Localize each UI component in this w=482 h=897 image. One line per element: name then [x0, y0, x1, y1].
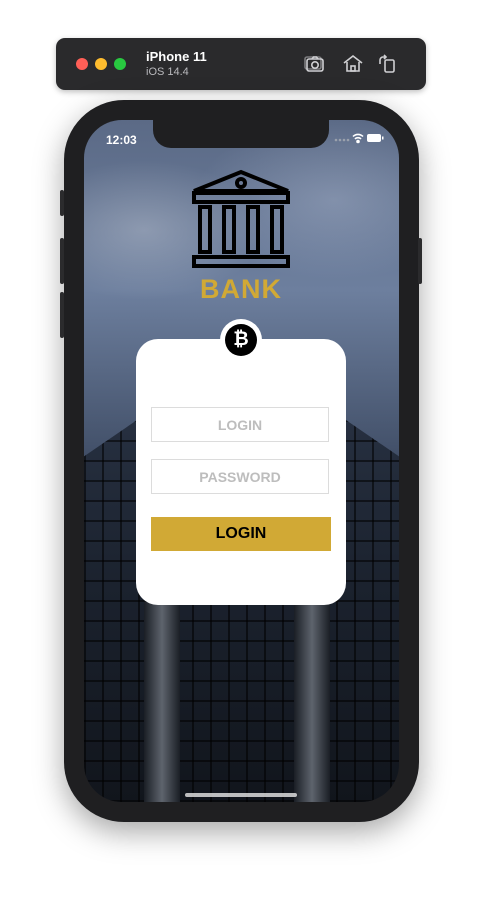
- bitcoin-icon: ₿: [225, 324, 257, 356]
- wifi-icon: [352, 133, 364, 144]
- password-input[interactable]: [151, 459, 329, 494]
- login-input[interactable]: [151, 407, 329, 442]
- zoom-window-button[interactable]: [114, 58, 126, 70]
- battery-icon: [367, 134, 384, 142]
- rotate-icon[interactable]: [376, 52, 400, 76]
- power-button: [418, 238, 422, 284]
- close-window-button[interactable]: [76, 58, 88, 70]
- home-icon[interactable]: [341, 52, 365, 76]
- volume-up-button: [60, 238, 64, 284]
- minimize-window-button[interactable]: [95, 58, 107, 70]
- login-button[interactable]: LOGIN: [151, 517, 331, 551]
- brand-name: BANK: [200, 274, 282, 304]
- volume-down-button: [60, 292, 64, 338]
- bank-building-icon: [190, 169, 292, 271]
- screenshot-icon[interactable]: [303, 52, 327, 76]
- bitcoin-badge: ₿: [220, 319, 262, 361]
- status-time: 12:03: [106, 133, 137, 147]
- building-pillar: [144, 602, 180, 802]
- home-indicator[interactable]: [185, 793, 297, 797]
- signal-icon: [334, 138, 350, 142]
- notch: [153, 120, 329, 148]
- device-os-version: iOS 14.4: [146, 66, 189, 78]
- status-icons: [334, 132, 384, 144]
- simulator-titlebar: iPhone 11 iOS 14.4: [56, 38, 426, 90]
- mute-switch: [60, 190, 64, 216]
- building-pillar: [294, 602, 330, 802]
- device-name: iPhone 11: [146, 49, 207, 64]
